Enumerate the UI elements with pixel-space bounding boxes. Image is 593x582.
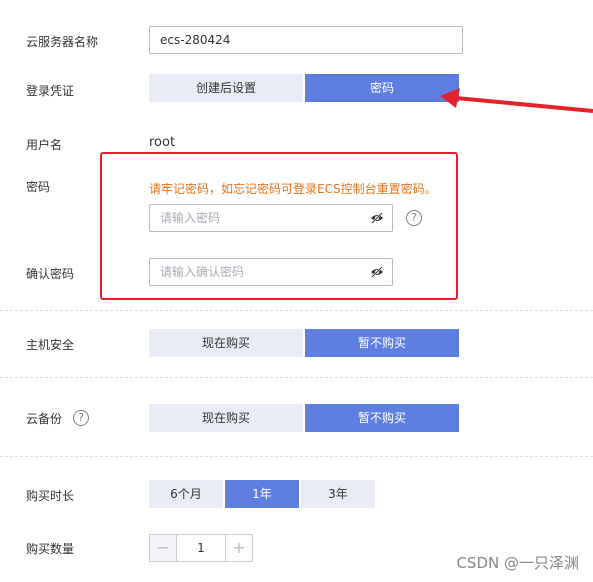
password-help-icon[interactable]: ? [406, 210, 422, 226]
annotation-arrow [440, 88, 593, 113]
username-value: root [149, 135, 176, 150]
duration-6-months[interactable]: 6个月 [149, 480, 223, 508]
server-name-label: 云服务器名称 [26, 35, 99, 49]
username-label: 用户名 [26, 138, 63, 152]
duration-1-year[interactable]: 1年 [225, 480, 299, 508]
quantity-label: 购买数量 [26, 542, 75, 556]
section-divider [0, 456, 593, 457]
confirm-password-label: 确认密码 [26, 267, 75, 281]
cloud-backup-skip[interactable]: 暂不购买 [305, 404, 459, 432]
password-warning: 请牢记密码，如忘记密码可登录ECS控制台重置密码。 [149, 182, 437, 196]
password-input[interactable]: 请输入密码 [149, 204, 393, 232]
quantity-value[interactable]: 1 [177, 535, 225, 561]
login-credential-label: 登录凭证 [26, 84, 75, 98]
quantity-stepper[interactable]: − 1 + [149, 534, 253, 562]
cloud-backup-label: 云备份 [26, 412, 63, 426]
eye-off-icon[interactable] [370, 212, 384, 224]
watermark: CSDN @一只泽渊 [456, 554, 579, 572]
credential-option-set-later[interactable]: 创建后设置 [149, 74, 303, 102]
section-divider [0, 310, 593, 311]
cloud-backup-help-icon[interactable]: ? [73, 410, 89, 426]
password-placeholder: 请输入密码 [160, 211, 221, 225]
server-name-value: ecs-280424 [160, 33, 231, 47]
host-security-label: 主机安全 [26, 338, 75, 352]
confirm-password-placeholder: 请输入确认密码 [160, 265, 245, 279]
quantity-minus-button[interactable]: − [150, 535, 177, 561]
server-name-input[interactable]: ecs-280424 [149, 26, 463, 54]
eye-off-icon[interactable] [370, 266, 384, 278]
credential-option-password[interactable]: 密码 [305, 74, 459, 102]
cloud-backup-buy-now[interactable]: 现在购买 [149, 404, 303, 432]
confirm-password-input[interactable]: 请输入确认密码 [149, 258, 393, 286]
password-label: 密码 [26, 180, 51, 194]
duration-label: 购买时长 [26, 489, 75, 503]
duration-3-years[interactable]: 3年 [301, 480, 375, 508]
section-divider [0, 377, 593, 378]
host-security-buy-now[interactable]: 现在购买 [149, 329, 303, 357]
host-security-skip[interactable]: 暂不购买 [305, 329, 459, 357]
quantity-plus-button[interactable]: + [225, 535, 252, 561]
